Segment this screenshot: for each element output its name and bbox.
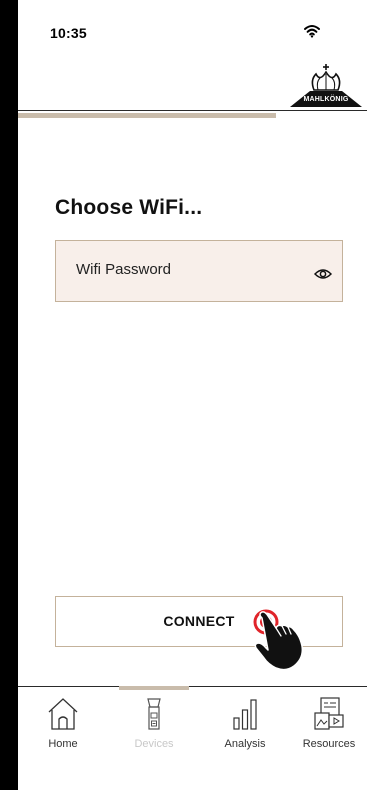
nav-label-analysis: Analysis <box>224 738 266 750</box>
nav-item-resources[interactable]: Resources <box>289 696 367 760</box>
grinder-icon <box>147 698 161 730</box>
nav-label-home: Home <box>48 738 78 750</box>
wifi-icon <box>304 25 320 38</box>
wifi-password-field[interactable] <box>55 240 343 302</box>
nav-item-devices[interactable]: Devices <box>114 696 194 760</box>
nav-label-resources: Resources <box>302 738 356 750</box>
nav-item-analysis[interactable]: Analysis <box>205 696 285 760</box>
active-tab-indicator <box>119 686 189 690</box>
phone-screen: 10:35 MAHLKÖNIG Choose WiFi... CONNECT H… <box>18 0 367 790</box>
tap-hand-icon <box>253 609 304 671</box>
bottom-nav-divider <box>18 686 367 687</box>
status-time: 10:35 <box>50 25 87 41</box>
eye-icon[interactable] <box>314 267 332 281</box>
wifi-password-input[interactable] <box>76 261 296 278</box>
home-icon <box>48 698 78 730</box>
setup-progress-bar <box>18 113 277 118</box>
nav-label-devices: Devices <box>134 738 174 750</box>
nav-item-home[interactable]: Home <box>23 696 103 760</box>
bar-chart-icon <box>233 699 257 730</box>
resources-icon <box>314 697 344 730</box>
page-title: Choose WiFi... <box>55 196 203 219</box>
logo-wordmark: MAHLKÖNIG <box>303 96 349 103</box>
header-divider <box>18 110 367 111</box>
